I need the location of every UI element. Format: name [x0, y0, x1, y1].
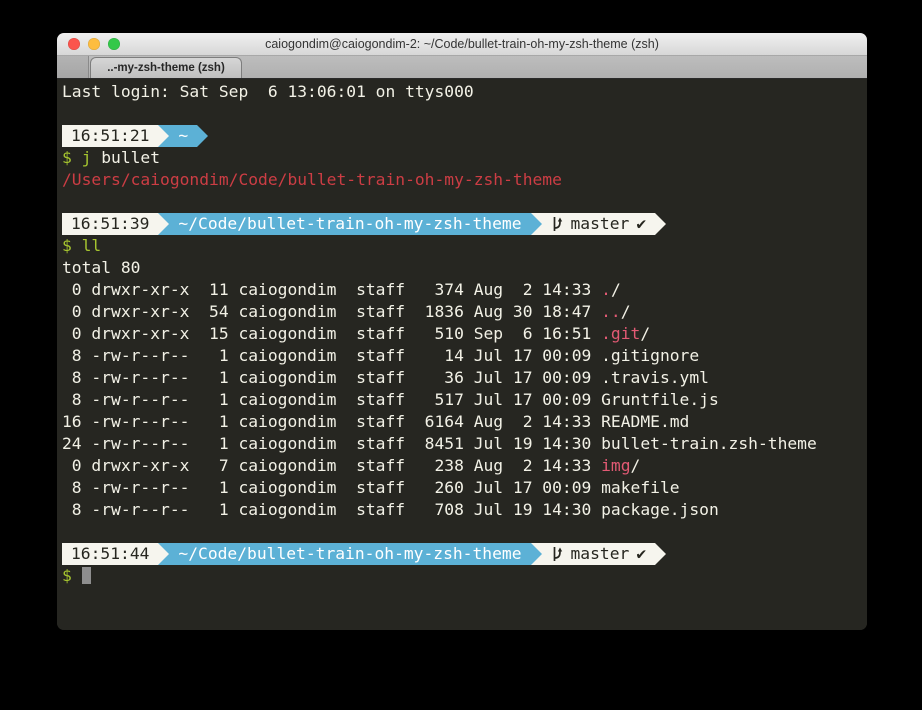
- listing-row: 0 drwxr-xr-x 54 caiogondim staff 1836 Au…: [62, 301, 867, 323]
- command-line-2: $ ll: [62, 235, 867, 257]
- listing-row-details: 0 drwxr-xr-x 7 caiogondim staff 238 Aug …: [62, 456, 601, 475]
- powerline-separator-icon: [197, 125, 208, 147]
- blank-line: [62, 521, 867, 543]
- listing-row: 8 -rw-r--r-- 1 caiogondim staff 36 Jul 1…: [62, 367, 867, 389]
- git-clean-check: ✔: [636, 213, 646, 235]
- git-branch-icon: [551, 216, 564, 232]
- terminal-cursor: [82, 567, 91, 584]
- powerline-separator-icon: [158, 125, 169, 147]
- zoom-button[interactable]: [108, 38, 120, 50]
- prompt-time-segment: 16:51:21: [62, 125, 158, 147]
- window-title: caiogondim@caiogondim-2: ~/Code/bullet-t…: [265, 37, 659, 51]
- listing-row: 0 drwxr-xr-x 15 caiogondim staff 510 Sep…: [62, 323, 867, 345]
- listing-dir-slash: /: [640, 324, 650, 343]
- listing-row-details: 24 -rw-r--r-- 1 caiogondim staff 8451 Ju…: [62, 434, 601, 453]
- last-login-line: Last login: Sat Sep 6 13:06:01 on ttys00…: [62, 81, 867, 103]
- listing-row-details: 16 -rw-r--r-- 1 caiogondim staff 6164 Au…: [62, 412, 601, 431]
- prompt-line-3: 16:51:44 ~/Code/bullet-train-oh-my-zsh-t…: [62, 543, 867, 565]
- command-line-active: $: [62, 565, 867, 587]
- terminal-window: caiogondim@caiogondim-2: ~/Code/bullet-t…: [57, 33, 867, 630]
- listing-file-name: Gruntfile.js: [601, 390, 719, 409]
- minimize-button[interactable]: [88, 38, 100, 50]
- git-branch-icon: [551, 546, 564, 562]
- listing-row-details: 8 -rw-r--r-- 1 caiogondim staff 36 Jul 1…: [62, 368, 601, 387]
- listing-file-name: img: [601, 456, 630, 475]
- prompt-time-segment: 16:51:44: [62, 543, 158, 565]
- command-args: bullet: [91, 148, 160, 167]
- prompt-path-segment: ~/Code/bullet-train-oh-my-zsh-theme: [169, 213, 530, 235]
- listing-file-name: .travis.yml: [601, 368, 709, 387]
- listing-row-details: 8 -rw-r--r-- 1 caiogondim staff 708 Jul …: [62, 500, 601, 519]
- command-line-1: $ j bullet: [62, 147, 867, 169]
- total-line: total 80: [62, 257, 867, 279]
- close-button[interactable]: [68, 38, 80, 50]
- blank-line: [62, 103, 867, 125]
- prompt-git-segment: master ✔: [542, 213, 656, 235]
- powerline-separator-icon: [531, 213, 542, 235]
- command-name: j: [82, 148, 92, 167]
- prompt-time-segment: 16:51:39: [62, 213, 158, 235]
- prompt-line-2: 16:51:39 ~/Code/bullet-train-oh-my-zsh-t…: [62, 213, 867, 235]
- git-branch-name: master: [571, 543, 630, 565]
- git-clean-check: ✔: [636, 543, 646, 565]
- prompt-line-1: 16:51:21 ~: [62, 125, 867, 147]
- listing-row-details: 0 drwxr-xr-x 54 caiogondim staff 1836 Au…: [62, 302, 601, 321]
- powerline-separator-icon: [655, 543, 666, 565]
- listing-row: 16 -rw-r--r-- 1 caiogondim staff 6164 Au…: [62, 411, 867, 433]
- file-listing: 0 drwxr-xr-x 11 caiogondim staff 374 Aug…: [62, 279, 867, 521]
- traffic-lights: [68, 33, 120, 55]
- listing-file-name: .gitignore: [601, 346, 699, 365]
- tab-bar: ..-my-zsh-theme (zsh): [57, 56, 867, 79]
- prompt-path-segment: ~/Code/bullet-train-oh-my-zsh-theme: [169, 543, 530, 565]
- listing-file-name: README.md: [601, 412, 689, 431]
- listing-row: 24 -rw-r--r-- 1 caiogondim staff 8451 Ju…: [62, 433, 867, 455]
- listing-row: 8 -rw-r--r-- 1 caiogondim staff 708 Jul …: [62, 499, 867, 521]
- title-bar[interactable]: caiogondim@caiogondim-2: ~/Code/bullet-t…: [57, 33, 867, 56]
- powerline-separator-icon: [531, 543, 542, 565]
- tab-zsh[interactable]: ..-my-zsh-theme (zsh): [90, 57, 242, 78]
- powerline-separator-icon: [655, 213, 666, 235]
- prompt-git-segment: master ✔: [542, 543, 656, 565]
- listing-dir-slash: /: [631, 456, 641, 475]
- listing-row: 8 -rw-r--r-- 1 caiogondim staff 260 Jul …: [62, 477, 867, 499]
- blank-line: [62, 191, 867, 213]
- listing-row-details: 0 drwxr-xr-x 11 caiogondim staff 374 Aug…: [62, 280, 601, 299]
- listing-row: 8 -rw-r--r-- 1 caiogondim staff 14 Jul 1…: [62, 345, 867, 367]
- listing-row-details: 8 -rw-r--r-- 1 caiogondim staff 14 Jul 1…: [62, 346, 601, 365]
- listing-dir-slash: /: [611, 280, 621, 299]
- tab-label: ..-my-zsh-theme (zsh): [107, 62, 225, 74]
- prompt-dollar: $: [62, 148, 82, 167]
- listing-row: 0 drwxr-xr-x 11 caiogondim staff 374 Aug…: [62, 279, 867, 301]
- listing-file-name: package.json: [601, 500, 719, 519]
- git-branch-name: master: [571, 213, 630, 235]
- terminal-content[interactable]: Last login: Sat Sep 6 13:06:01 on ttys00…: [57, 79, 867, 630]
- listing-file-name: makefile: [601, 478, 679, 497]
- prompt-path-segment: ~: [169, 125, 197, 147]
- listing-file-name: .: [601, 280, 611, 299]
- listing-file-name: ..: [601, 302, 621, 321]
- listing-dir-slash: /: [621, 302, 631, 321]
- powerline-separator-icon: [158, 213, 169, 235]
- listing-row-details: 0 drwxr-xr-x 15 caiogondim staff 510 Sep…: [62, 324, 601, 343]
- prompt-dollar: $: [62, 236, 82, 255]
- listing-file-name: .git: [601, 324, 640, 343]
- listing-row: 0 drwxr-xr-x 7 caiogondim staff 238 Aug …: [62, 455, 867, 477]
- listing-row-details: 8 -rw-r--r-- 1 caiogondim staff 260 Jul …: [62, 478, 601, 497]
- powerline-separator-icon: [158, 543, 169, 565]
- listing-row-details: 8 -rw-r--r-- 1 caiogondim staff 517 Jul …: [62, 390, 601, 409]
- listing-file-name: bullet-train.zsh-theme: [601, 434, 817, 453]
- tab-bar-filler: [57, 56, 89, 78]
- listing-row: 8 -rw-r--r-- 1 caiogondim staff 517 Jul …: [62, 389, 867, 411]
- command-name: ll: [82, 236, 102, 255]
- command-output-path: /Users/caiogondim/Code/bullet-train-oh-m…: [62, 169, 867, 191]
- prompt-dollar: $: [62, 566, 82, 585]
